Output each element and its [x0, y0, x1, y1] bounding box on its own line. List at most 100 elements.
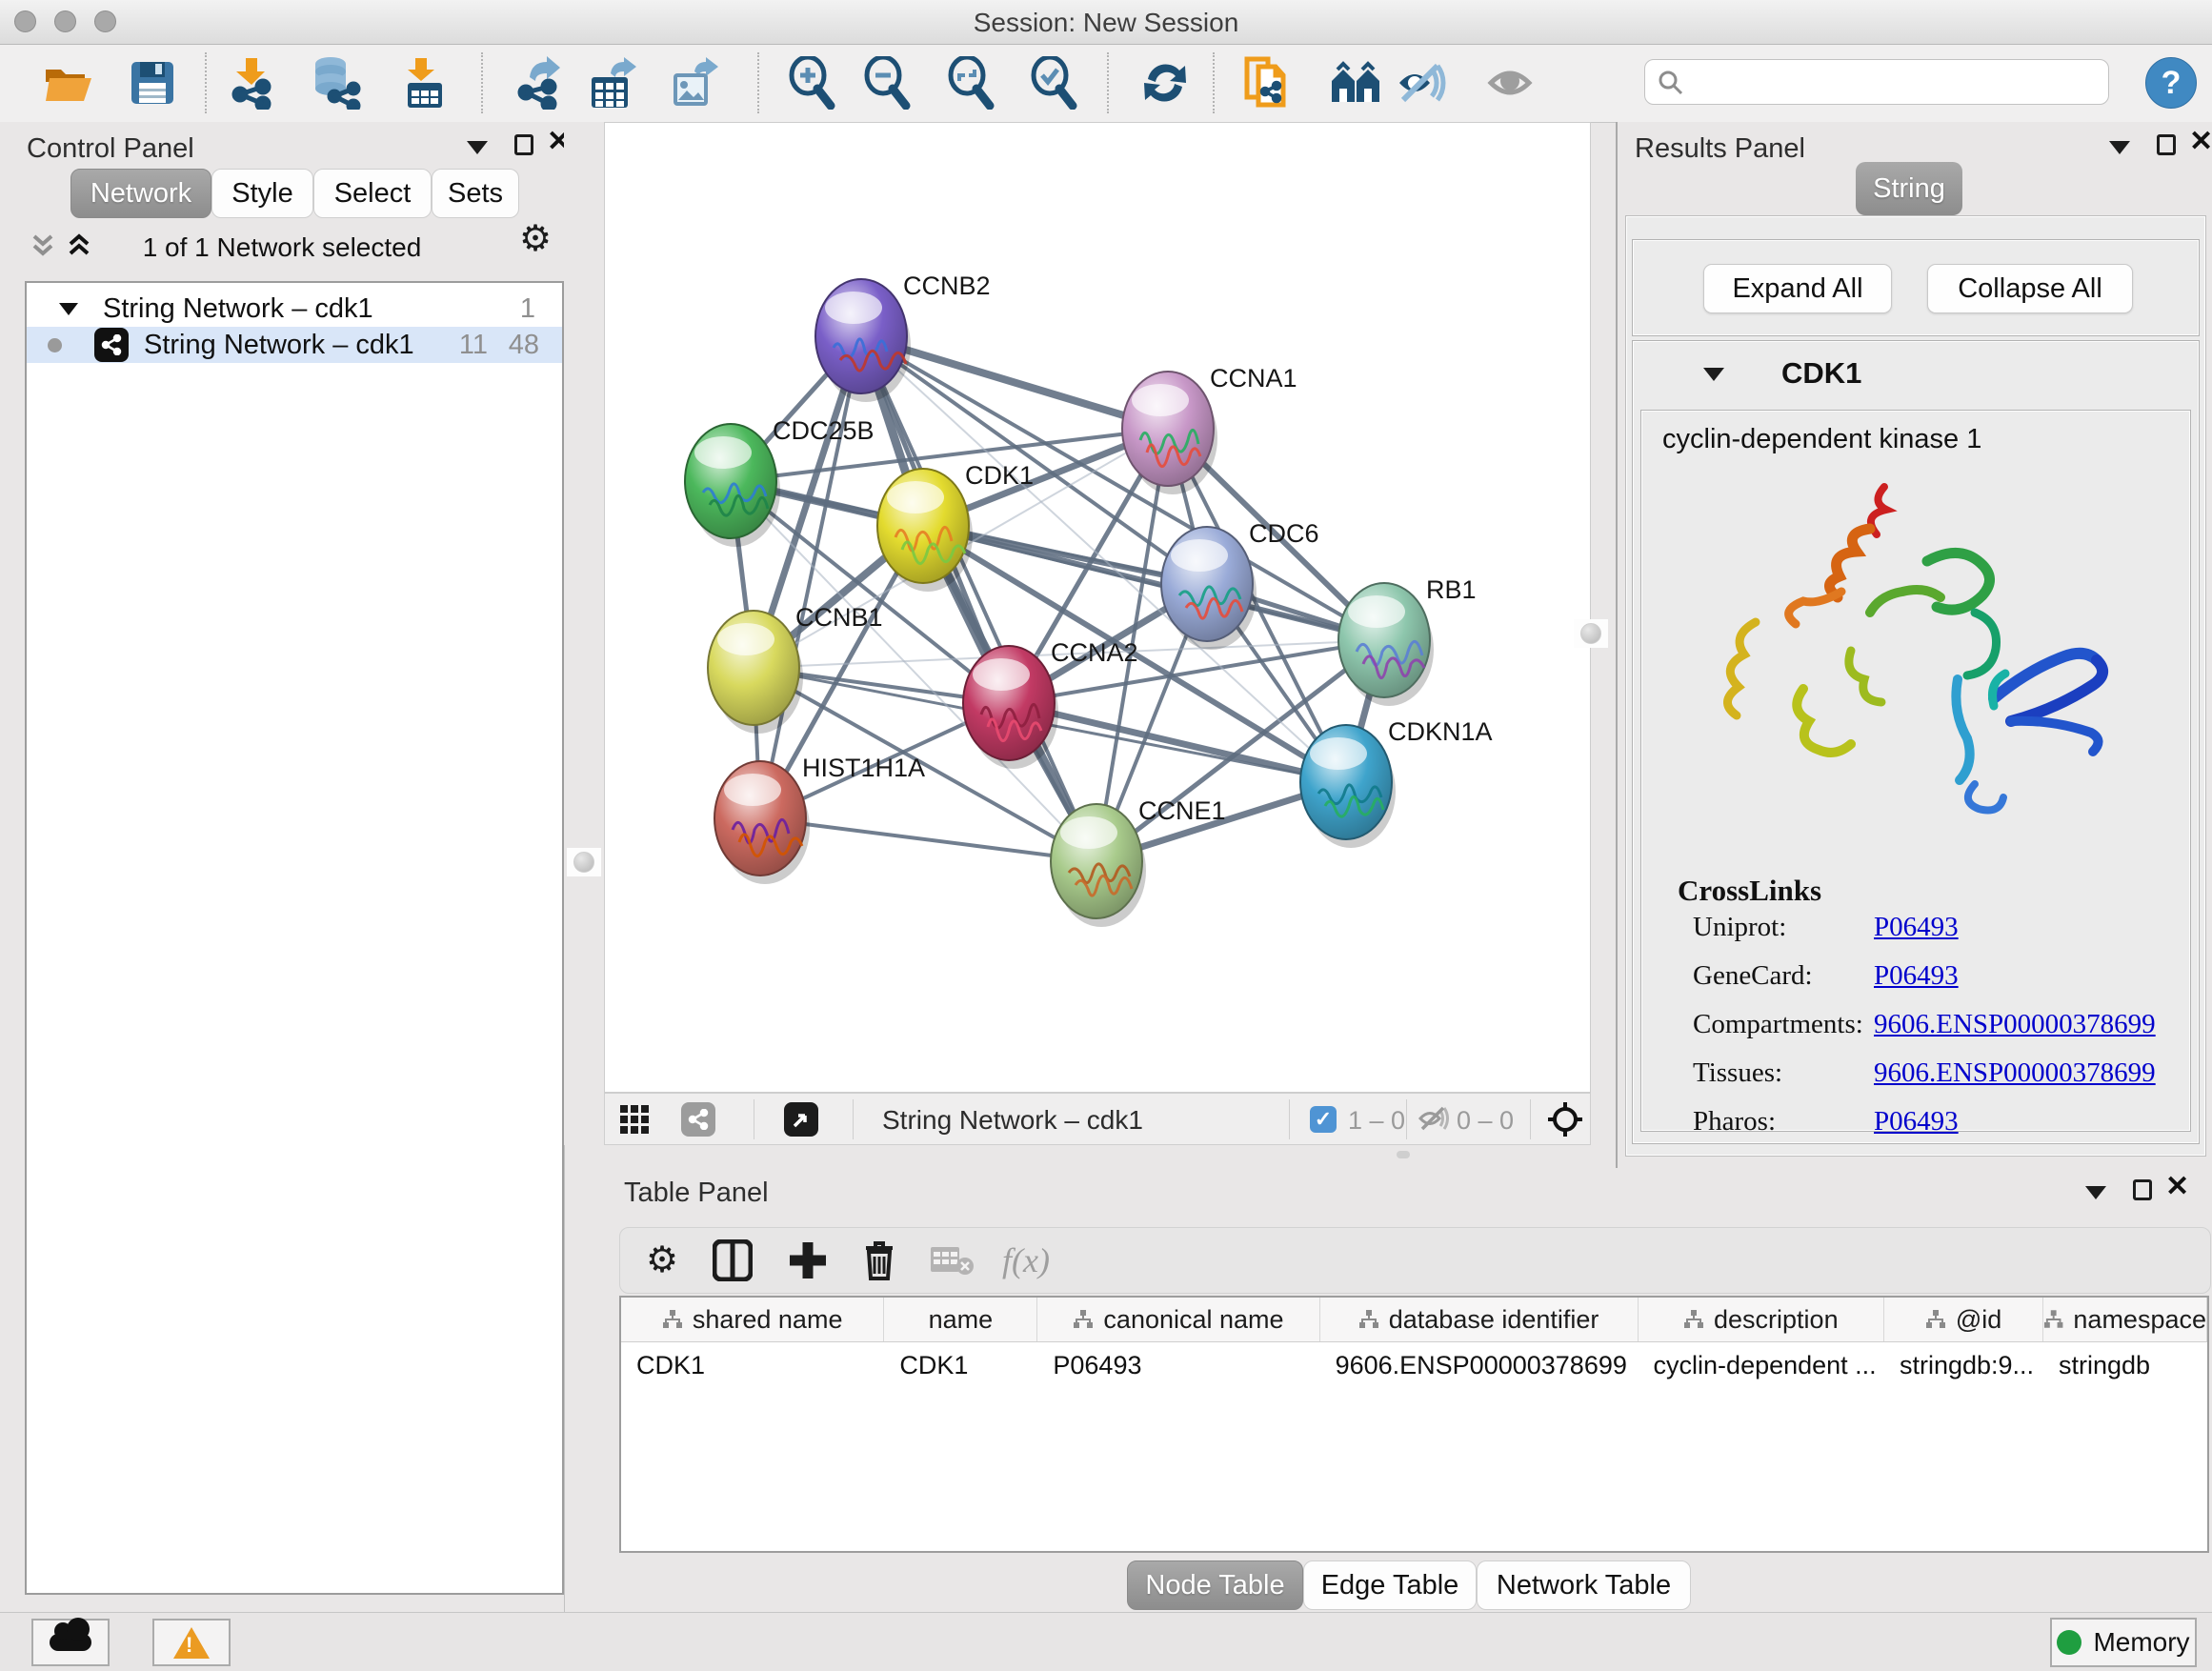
tab-select[interactable]: Select	[313, 169, 432, 218]
add-column-icon[interactable]	[781, 1234, 835, 1287]
grid-view-icon[interactable]	[620, 1105, 649, 1138]
splitter-grip-icon[interactable]	[1397, 1151, 1410, 1158]
tab-edge-table[interactable]: Edge Table	[1303, 1560, 1477, 1610]
node-table[interactable]: shared namename canonical name database id…	[619, 1296, 2209, 1553]
network-canvas[interactable]: CCNB2CCNA1CDC25BCDK1CDC6RB1CCNB1CCNA2CDK…	[604, 122, 1591, 1093]
delete-column-trash-icon[interactable]	[853, 1234, 906, 1287]
selected-checkbox-icon[interactable]: ✓	[1310, 1106, 1337, 1133]
toolbar-separator	[205, 52, 207, 113]
tab-style[interactable]: Style	[211, 169, 313, 218]
splitter-grip-icon[interactable]	[1574, 619, 1608, 648]
table-cell[interactable]: stringdb:9...	[1884, 1341, 2043, 1389]
crosslink-value-link[interactable]: 9606.ENSP00000378699	[1874, 1009, 2156, 1039]
crosslink-value-link[interactable]: P06493	[1874, 960, 1959, 991]
float-panel-icon[interactable]	[2157, 134, 2176, 155]
import-table-file-icon[interactable]	[397, 56, 451, 110]
fit-selection-crosshair-icon[interactable]	[1546, 1100, 1584, 1143]
column-header[interactable]: name	[884, 1298, 1037, 1341]
column-header[interactable]: @id	[1884, 1298, 2043, 1341]
crosslink-value: 9606.ENSP00000378699	[1874, 1009, 2156, 1040]
zoom-in-icon[interactable]	[785, 56, 838, 110]
show-all-icon[interactable]	[1485, 56, 1538, 110]
network-state-dot	[48, 338, 62, 352]
search-box[interactable]	[1644, 59, 2109, 105]
crosslink-value-link[interactable]: P06493	[1874, 912, 1959, 942]
splitter-grip-icon[interactable]	[567, 848, 601, 876]
network-overview-share-icon[interactable]	[681, 1102, 715, 1137]
export-image-icon[interactable]	[669, 56, 722, 110]
column-header[interactable]: description	[1639, 1298, 1884, 1341]
memory-button[interactable]: Memory	[2050, 1618, 2197, 1667]
collapse-panel-icon[interactable]	[2085, 1186, 2106, 1199]
expand-all-button[interactable]: Expand All	[1703, 264, 1892, 313]
function-builder-icon: f(x)	[999, 1234, 1053, 1287]
table-cell[interactable]: CDK1	[621, 1341, 884, 1389]
results-panel-title: Results Panel	[1635, 133, 1805, 165]
network-tree: String Network – cdk1 1 String Network –…	[25, 281, 564, 1595]
close-panel-icon[interactable]: ✕	[2165, 1177, 2189, 1198]
column-header[interactable]: canonical name	[1037, 1298, 1319, 1341]
tab-network-table[interactable]: Network Table	[1477, 1560, 1691, 1610]
hierarchy-icon	[1073, 1309, 1094, 1330]
warnings-button[interactable]	[152, 1619, 231, 1666]
svg-text:CDKN1A: CDKN1A	[1388, 717, 1493, 746]
cloud-status-button[interactable]	[31, 1619, 110, 1666]
hide-selected-icon[interactable]	[1396, 56, 1449, 110]
float-panel-icon[interactable]	[2133, 1179, 2152, 1200]
crosslink-value-link[interactable]: 9606.ENSP00000378699	[1874, 1057, 2156, 1088]
table-cell[interactable]: cyclin-dependent ...	[1639, 1341, 1884, 1389]
table-cell[interactable]: CDK1	[884, 1341, 1037, 1389]
collapse-panel-icon[interactable]	[467, 141, 488, 154]
gene-name: CDK1	[1781, 356, 1861, 391]
network-node-CCNA1: CCNA1	[1122, 364, 1297, 494]
export-table-icon[interactable]	[587, 56, 640, 110]
birds-eye-view-icon[interactable]	[784, 1102, 818, 1137]
refresh-icon[interactable]	[1138, 56, 1192, 110]
collapse-all-button[interactable]: Collapse All	[1927, 264, 2133, 313]
panel-splitter-left[interactable]	[564, 122, 604, 1145]
tab-network[interactable]: Network	[70, 169, 211, 218]
toolbar-separator	[1213, 52, 1215, 113]
close-panel-icon[interactable]: ✕	[2189, 131, 2212, 152]
table-row[interactable]: CDK1CDK1P064939606.ENSP00000378699cyclin…	[621, 1341, 2207, 1389]
duplicate-network-icon[interactable]	[1242, 56, 1296, 110]
export-network-icon[interactable]	[511, 56, 564, 110]
column-header[interactable]: database identifier	[1320, 1298, 1639, 1341]
search-icon	[1657, 69, 1683, 95]
zoom-selected-icon[interactable]	[1027, 56, 1080, 110]
column-header-label: database identifier	[1389, 1305, 1599, 1335]
import-network-file-icon[interactable]	[225, 56, 278, 110]
results-tab-string[interactable]: String	[1856, 162, 1962, 215]
table-cell[interactable]: 9606.ENSP00000378699	[1320, 1341, 1639, 1389]
table-cell[interactable]: P06493	[1037, 1341, 1319, 1389]
search-input[interactable]	[1683, 67, 2068, 98]
network-collection-row[interactable]: String Network – cdk1 1	[27, 291, 562, 327]
tab-node-table[interactable]: Node Table	[1127, 1560, 1303, 1610]
table-cell[interactable]: stringdb	[2043, 1341, 2207, 1389]
crosslink-value-link[interactable]: P06493	[1874, 1106, 1959, 1137]
crosslink-label: Compartments:	[1693, 1009, 1863, 1039]
collapse-panel-icon[interactable]	[2109, 141, 2130, 154]
hierarchy-icon	[662, 1309, 683, 1330]
open-session-icon[interactable]	[42, 56, 95, 110]
network-row[interactable]: String Network – cdk1 11 48	[27, 327, 562, 363]
gene-section-expander-icon[interactable]	[1703, 368, 1724, 381]
float-panel-icon[interactable]	[514, 134, 533, 155]
import-network-database-icon[interactable]	[309, 56, 362, 110]
collection-expander-icon[interactable]	[59, 303, 78, 315]
help-button[interactable]: ?	[2145, 57, 2197, 109]
first-neighbors-icon[interactable]	[1330, 56, 1383, 110]
network-options-gear-icon[interactable]: ⚙	[519, 221, 552, 257]
show-columns-icon[interactable]	[706, 1234, 759, 1287]
column-header[interactable]: namespace	[2043, 1298, 2207, 1341]
column-header[interactable]: shared name	[621, 1298, 884, 1341]
control-panel: Control Panel ✕ Network Style Select Set…	[0, 122, 565, 1612]
tab-sets[interactable]: Sets	[432, 169, 519, 218]
table-options-gear-icon[interactable]: ⚙	[635, 1234, 689, 1287]
column-header-label: canonical name	[1103, 1305, 1283, 1335]
zoom-fit-icon[interactable]	[944, 56, 997, 110]
save-session-icon[interactable]	[126, 56, 179, 110]
hierarchy-icon	[2043, 1309, 2063, 1330]
zoom-out-icon[interactable]	[860, 56, 914, 110]
network-view-footer: String Network – cdk1 ✓ 1 – 0 0 – 0	[604, 1093, 1591, 1145]
